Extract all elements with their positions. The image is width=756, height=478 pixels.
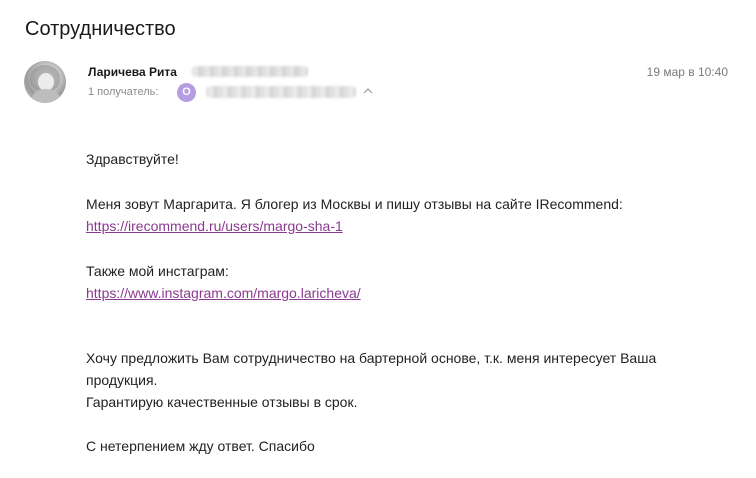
irecommend-link[interactable]: https://irecommend.ru/users/margo-sha-1 [86,218,343,234]
recipient-email-redacted [206,86,356,98]
message-offer-line1: Хочу предложить Вам сотрудничество на ба… [86,350,657,366]
message-date: 19 мар в 10:40 [646,65,728,79]
email-subject: Сотрудничество [25,18,176,40]
message-closing: С нетерпением жду ответ. Спасибо [86,438,315,454]
recipient-avatar[interactable]: О [177,83,196,102]
message-offer-line2: продукция. [86,372,158,388]
sender-name[interactable]: Ларичева Рита [88,65,177,79]
chevron-up-icon[interactable] [363,87,373,95]
avatar-body [32,89,60,103]
instagram-label: Также мой инстаграм: [86,263,229,279]
sender-avatar[interactable] [24,61,66,103]
email-view: Сотрудничество Ларичева Рита 19 мар в 10… [0,0,756,478]
message-greeting: Здравствуйте! [86,151,179,167]
recipients-label: 1 получатель: [88,86,159,98]
message-guarantee: Гарантирую качественные отзывы в срок. [86,394,358,410]
sender-email-redacted [192,66,308,77]
message-intro: Меня зовут Маргарита. Я блогер из Москвы… [86,196,623,212]
instagram-link[interactable]: https://www.instagram.com/margo.larichev… [86,285,361,301]
